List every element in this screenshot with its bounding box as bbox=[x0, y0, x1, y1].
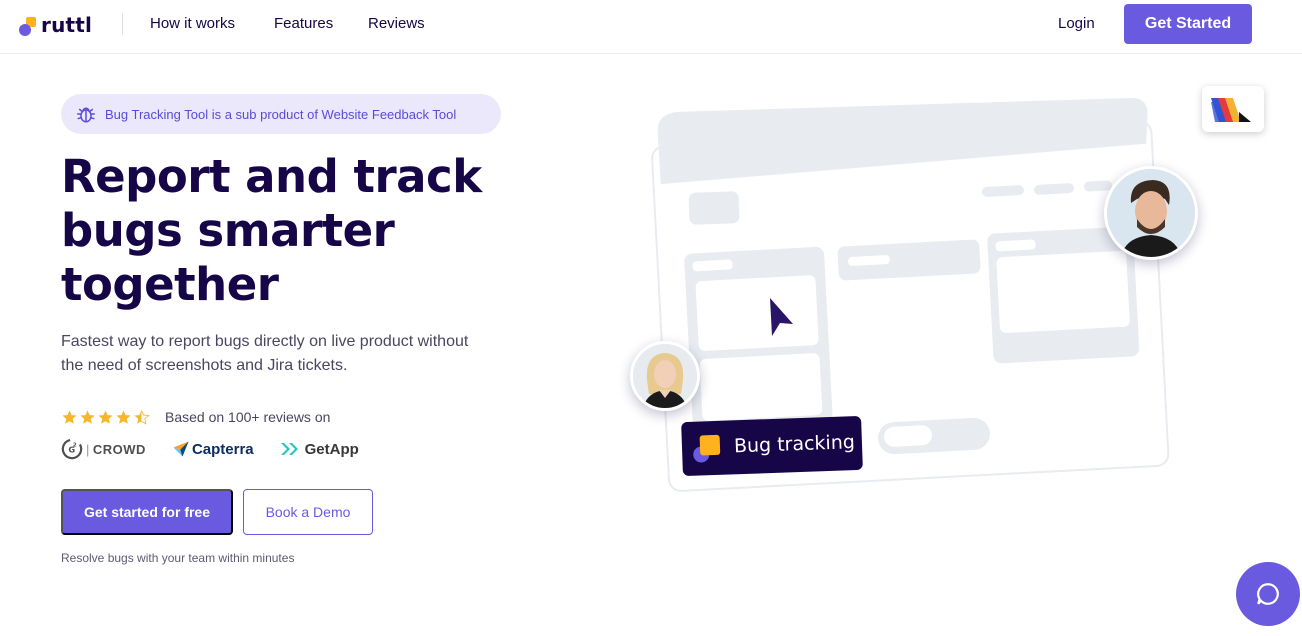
capterra-logo[interactable]: Capterra bbox=[172, 440, 254, 458]
avatar-woman bbox=[630, 341, 700, 411]
brand-logo-tile[interactable] bbox=[1202, 86, 1264, 132]
login-link[interactable]: Login bbox=[1058, 15, 1095, 32]
hero-subtext: Fastest way to report bugs directly on l… bbox=[61, 333, 469, 374]
woman-portrait bbox=[633, 344, 697, 408]
rating-stars bbox=[61, 409, 151, 426]
nav-link-reviews[interactable]: Reviews bbox=[368, 15, 425, 32]
g2-crowd-logo[interactable]: G 2 | CROWD bbox=[61, 438, 146, 460]
sub-product-pill[interactable]: Bug Tracking Tool is a sub product of We… bbox=[61, 94, 501, 134]
headline-line-1: Report and track bbox=[61, 150, 482, 203]
avatar-man bbox=[1104, 166, 1198, 260]
ruttl-logo[interactable]: ruttl bbox=[18, 11, 92, 39]
badge-square-icon bbox=[699, 434, 721, 456]
badge-text: Bug tracking bbox=[733, 431, 856, 458]
top-navigation: ruttl How it works Features Reviews Logi… bbox=[0, 0, 1302, 54]
star-half-icon bbox=[134, 409, 150, 425]
review-site-logos: G 2 | CROWD Capterra GetApp bbox=[61, 437, 385, 461]
bug-icon bbox=[77, 107, 95, 123]
book-demo-button[interactable]: Book a Demo bbox=[243, 489, 373, 535]
headline-line-2: bugs smarter bbox=[61, 204, 395, 257]
hero-footnote: Resolve bugs with your team within minut… bbox=[61, 551, 295, 565]
logo-icon bbox=[18, 13, 38, 37]
star-icon bbox=[98, 409, 113, 424]
pill-text: Bug Tracking Tool is a sub product of We… bbox=[105, 106, 457, 122]
rating-row: Based on 100+ reviews on bbox=[61, 406, 330, 428]
capterra-icon bbox=[173, 441, 189, 457]
star-icon bbox=[116, 409, 131, 424]
rating-text: Based on 100+ reviews on bbox=[165, 409, 331, 425]
star-icon bbox=[62, 409, 77, 424]
man-portrait bbox=[1107, 169, 1195, 257]
g2-crowd-text: CROWD bbox=[92, 441, 146, 457]
chat-icon bbox=[1257, 583, 1279, 605]
headline-line-3: together bbox=[61, 258, 279, 311]
capterra-text: Capterra bbox=[191, 440, 254, 458]
nav-divider bbox=[122, 13, 123, 35]
stripes-logo-icon bbox=[1211, 98, 1251, 122]
logo-text: ruttl bbox=[41, 13, 93, 37]
g2-icon: G 2 bbox=[61, 438, 83, 460]
nav-link-features[interactable]: Features bbox=[274, 15, 333, 32]
star-icon bbox=[80, 409, 95, 424]
hero-headline: Report and track bugs smarter together bbox=[61, 150, 482, 312]
chat-button[interactable] bbox=[1236, 562, 1300, 626]
getapp-logo[interactable]: GetApp bbox=[280, 441, 359, 458]
getapp-text: GetApp bbox=[304, 440, 359, 458]
get-started-button[interactable]: Get Started bbox=[1124, 4, 1252, 44]
nav-link-how-it-works[interactable]: How it works bbox=[150, 15, 235, 32]
svg-text:2: 2 bbox=[73, 442, 77, 448]
getapp-icon bbox=[280, 443, 298, 455]
get-started-free-button[interactable]: Get started for free bbox=[61, 489, 233, 535]
bug-tracking-badge: Bug tracking bbox=[681, 415, 863, 477]
